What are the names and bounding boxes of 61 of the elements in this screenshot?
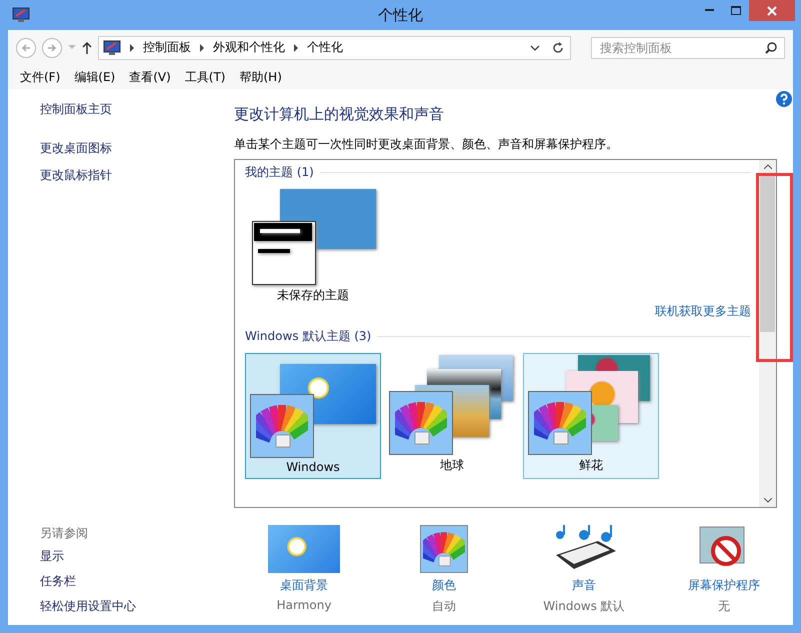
breadcrumb-item[interactable]: 个性化 xyxy=(307,39,343,56)
page-heading: 更改计算机上的视觉效果和声音 xyxy=(234,105,445,124)
scrollbar[interactable] xyxy=(759,160,776,507)
menu-item[interactable]: 文件(F) xyxy=(20,68,60,86)
menu-item[interactable]: 工具(T) xyxy=(184,68,226,86)
forward-arrow-icon xyxy=(47,42,57,52)
minimize-icon xyxy=(705,9,715,12)
control-panel-icon xyxy=(12,7,30,23)
chevron-right-icon[interactable] xyxy=(199,44,205,52)
group-heading: 我的主题 (1) xyxy=(245,164,314,181)
setting-link[interactable]: 声音 xyxy=(572,577,596,594)
scrollbar-thumb[interactable] xyxy=(760,175,775,332)
help-icon[interactable] xyxy=(776,91,792,107)
refresh-icon[interactable] xyxy=(552,42,564,54)
theme-name: Windows xyxy=(286,460,340,474)
theme-tile[interactable]: 未保存的主题 xyxy=(245,183,381,309)
see-also-heading: 另请参阅 xyxy=(40,525,89,542)
theme-tile[interactable]: Windows xyxy=(245,353,381,479)
scroll-down-icon[interactable] xyxy=(764,498,772,503)
setting-value: 自动 xyxy=(432,598,456,615)
theme-tile[interactable]: 地球 xyxy=(384,353,520,479)
setting-link[interactable]: 屏幕保护程序 xyxy=(688,577,760,594)
close-button[interactable] xyxy=(749,0,795,21)
wallpaper-thumbnail[interactable] xyxy=(268,525,340,573)
color-palette-icon[interactable] xyxy=(420,525,468,573)
see-also-link[interactable]: 显示 xyxy=(40,548,234,565)
see-also-link[interactable]: 轻松使用设置中心 xyxy=(40,598,234,615)
chevron-right-icon[interactable] xyxy=(293,44,299,52)
see-also-link[interactable]: 任务栏 xyxy=(40,573,234,590)
search-icon[interactable] xyxy=(765,42,777,54)
group-heading: Windows 默认主题 (3) xyxy=(245,328,372,345)
window-title: 个性化 xyxy=(378,6,423,24)
theme-name: 地球 xyxy=(440,457,464,474)
dropdown-caret-icon[interactable] xyxy=(530,44,540,50)
setting-value: 无 xyxy=(718,598,730,615)
menu-item[interactable]: 帮助(H) xyxy=(240,68,282,86)
description-text: 单击某个主题可一次性同时更改桌面背景、颜色、声音和屏幕保护程序。 xyxy=(234,136,619,153)
maximize-icon xyxy=(730,6,742,16)
theme-name: 未保存的主题 xyxy=(277,287,349,304)
search-field[interactable]: 搜索控制面板 xyxy=(591,36,785,58)
breadcrumb-item[interactable]: 控制面板 xyxy=(143,39,191,56)
scroll-up-icon[interactable] xyxy=(764,164,772,169)
setting-value: Harmony xyxy=(276,598,332,612)
close-icon xyxy=(767,6,777,16)
setting-link[interactable]: 桌面背景 xyxy=(280,577,328,594)
back-arrow-icon xyxy=(21,42,31,52)
menu-item[interactable]: 查看(V) xyxy=(129,68,171,86)
theme-tile[interactable]: 鲜花 xyxy=(523,353,659,479)
control-panel-icon xyxy=(103,40,121,56)
sidebar-link[interactable]: 控制面板主页 xyxy=(40,101,234,118)
breadcrumb-item[interactable]: 外观和个性化 xyxy=(213,39,285,56)
setting-link[interactable]: 颜色 xyxy=(432,577,456,594)
more-themes-link[interactable]: 联机获取更多主题 xyxy=(655,303,751,320)
chevron-right-icon[interactable] xyxy=(129,44,135,52)
theme-name: 鲜花 xyxy=(579,457,603,474)
up-arrow-icon[interactable] xyxy=(82,42,92,54)
setting-value: Windows 默认 xyxy=(543,598,625,615)
sidebar-link[interactable]: 更改鼠标指针 xyxy=(40,167,234,184)
menu-item[interactable]: 编辑(E) xyxy=(74,68,116,86)
address-bar[interactable]: 控制面板 外观和个性化 个性化 xyxy=(98,36,571,60)
sidebar-link[interactable]: 更改桌面图标 xyxy=(40,140,234,157)
